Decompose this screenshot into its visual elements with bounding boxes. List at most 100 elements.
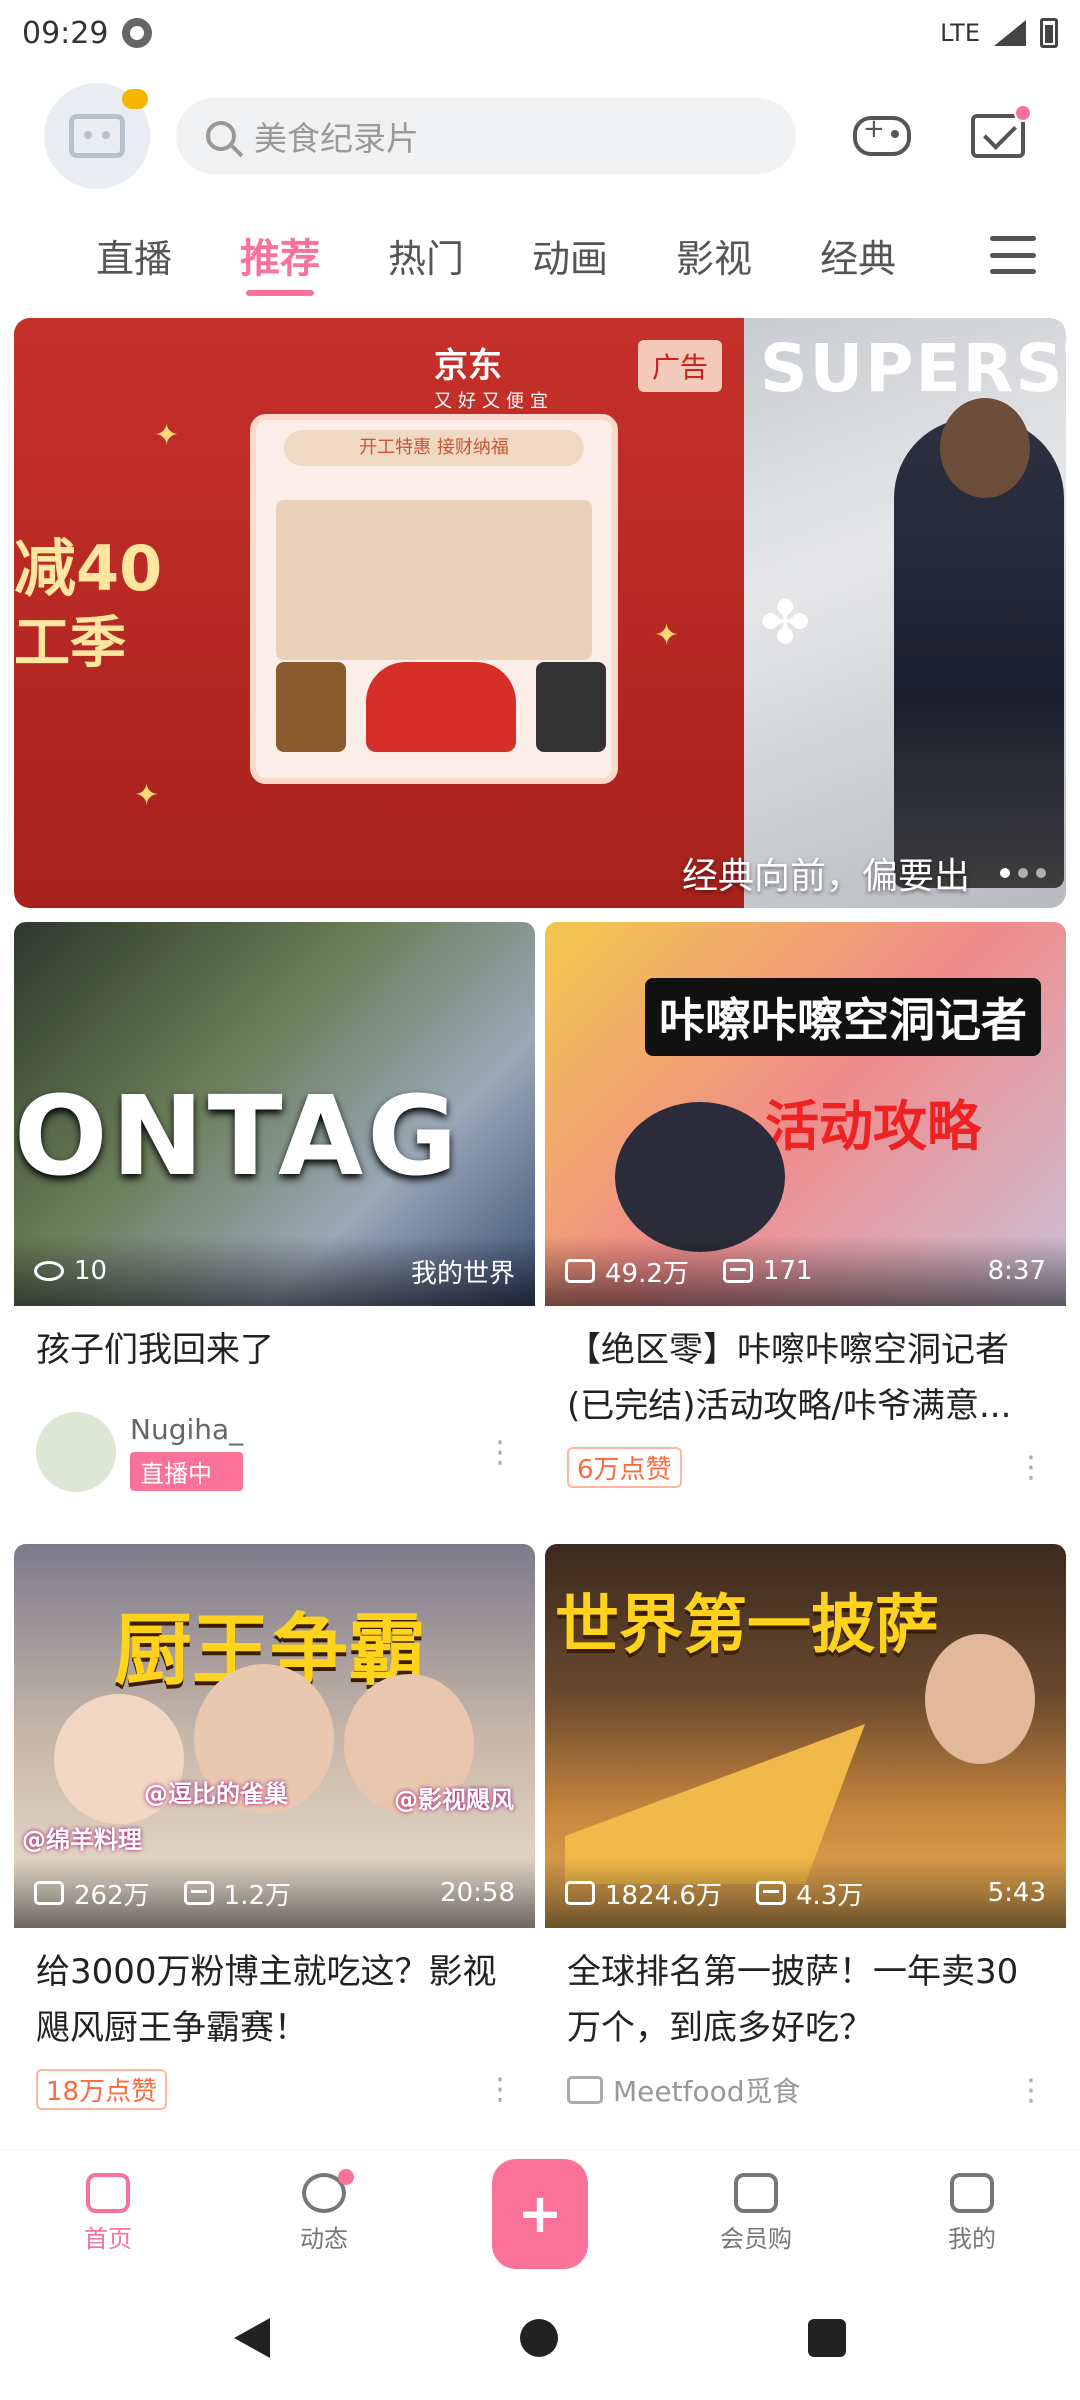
- video-duration: 20:58: [440, 1878, 515, 1908]
- more-options-icon[interactable]: ⋮: [1004, 2073, 1046, 2108]
- nav-home[interactable]: 首页: [0, 2151, 216, 2276]
- thumb-stats: 10 我的世界: [14, 1236, 535, 1306]
- thumb-stats: 262万 1.2万 20:58: [14, 1858, 535, 1928]
- thumb-art-title: 咔嚓咔嚓空洞记者: [645, 978, 1041, 1056]
- banner-caption-text: 经典向前，偏要出: [681, 856, 970, 897]
- tab-anime[interactable]: 动画: [532, 206, 608, 304]
- channel-tabs: 直播 推荐 热门 动画 影视 经典: [0, 206, 1080, 304]
- thumb-tag: @影视飓风: [394, 1786, 514, 1814]
- thumb-art-subtitle: 活动攻略: [765, 1095, 981, 1158]
- notification-dot: [338, 2169, 354, 2185]
- likes-badge: 6万点赞: [567, 1447, 682, 1488]
- bilibili-tv-icon: [69, 114, 125, 158]
- ad-phone-image: [536, 662, 606, 752]
- dynamic-icon: [302, 2169, 354, 2213]
- nav-dynamic-label: 动态: [300, 2225, 348, 2253]
- danmaku-count: 4.3万: [795, 1880, 864, 1911]
- recents-icon[interactable]: [808, 2319, 846, 2357]
- video-meta: 全球排名第一披萨！一年卖30万个，到底多好吃？ Meetfood觅食 ⋮: [545, 1928, 1066, 2128]
- jd-brand: 京东: [434, 346, 502, 386]
- video-meta: 【绝区零】咔嚓咔嚓空洞记者(已完结)活动攻略/咔爷满意... 6万点赞 ⋮: [545, 1306, 1066, 1506]
- tab-hot[interactable]: 热门: [388, 206, 464, 304]
- sparkle-icon: ✦: [654, 618, 680, 653]
- views-stat: 262万: [34, 1875, 150, 1912]
- thumb-face: [925, 1634, 1035, 1764]
- sparkle-icon: ✦: [134, 778, 160, 813]
- system-navigation: [0, 2276, 1080, 2400]
- video-card[interactable]: 厨王争霸 @逗比的雀巢 @影视飓风 @绵羊料理 262万 1.2万 20:58 …: [14, 1544, 535, 2128]
- uploader-icon: [567, 2076, 603, 2104]
- tab-classic[interactable]: 经典: [820, 206, 896, 304]
- photo-brand: SUPERSTAR: [760, 330, 1066, 407]
- search-bar[interactable]: 美食纪录片: [176, 98, 796, 174]
- thumb-tag: @逗比的雀巢: [144, 1780, 288, 1808]
- uploader-name: Nugiha_: [130, 1413, 244, 1446]
- notification-dot: [1014, 104, 1032, 122]
- danmaku-count: 1.2万: [223, 1880, 291, 1911]
- banner-carousel[interactable]: 减40 工季 京东 又好又便宜 广告 ✦ ✦ ✦ 开工特惠 接财纳福 SUPER…: [14, 318, 1066, 908]
- nav-me[interactable]: 我的: [864, 2151, 1080, 2276]
- uploader-name[interactable]: Meetfood觅食: [613, 2070, 800, 2110]
- video-thumbnail[interactable]: 世界第一披萨 1824.6万 4.3万 5:43: [545, 1544, 1066, 1928]
- likes-badge: 18万点赞: [36, 2069, 168, 2110]
- more-options-icon[interactable]: ⋮: [473, 2072, 515, 2107]
- thumb-tag: @绵羊料理: [22, 1826, 142, 1854]
- home-icon[interactable]: [520, 2319, 558, 2357]
- ad-mascot-image: [366, 662, 516, 752]
- nav-dynamic[interactable]: 动态: [216, 2151, 432, 2276]
- channel-menu-icon[interactable]: [986, 228, 1040, 282]
- game-center-button[interactable]: [842, 96, 922, 176]
- info-row: 6万点赞 ⋮: [567, 1447, 1046, 1488]
- banner-caption: 经典向前，偏要出: [14, 838, 1066, 908]
- shopping-bag-icon: [734, 2173, 778, 2213]
- vip-badge: [122, 89, 148, 109]
- sparkle-icon: ✦: [154, 418, 180, 453]
- post-plus-icon[interactable]: [492, 2158, 588, 2269]
- video-card[interactable]: 咔嚓咔嚓空洞记者 活动攻略 49.2万 171 8:37 【绝区零】咔嚓咔嚓空洞…: [545, 922, 1066, 1506]
- info-row: 18万点赞 ⋮: [36, 2069, 515, 2110]
- bottom-nav: 首页 动态 会员购 我的: [0, 2150, 1080, 2276]
- adidas-logo-icon: ✤: [760, 588, 811, 658]
- status-right: LTE: [940, 18, 1058, 48]
- tab-recommend[interactable]: 推荐: [240, 206, 320, 304]
- nav-shop[interactable]: 会员购: [648, 2151, 864, 2276]
- nav-me-label: 我的: [948, 2225, 996, 2253]
- thumb-stats: 1824.6万 4.3万 5:43: [545, 1858, 1066, 1928]
- uploader-avatar[interactable]: [36, 1412, 116, 1492]
- carousel-dots: [1000, 868, 1046, 878]
- profile-tv-icon: [950, 2173, 994, 2213]
- messages-button[interactable]: [958, 96, 1038, 176]
- play-count-icon: [565, 1259, 595, 1283]
- video-thumbnail[interactable]: 厨王争霸 @逗比的雀巢 @影视飓风 @绵羊料理 262万 1.2万 20:58: [14, 1544, 535, 1928]
- video-duration: 8:37: [987, 1256, 1046, 1286]
- tab-live[interactable]: 直播: [96, 206, 172, 304]
- banner-photo-slide[interactable]: SUPERSTAR ✤: [744, 318, 1066, 908]
- status-bar: 09:29 LTE: [0, 0, 1080, 66]
- video-thumbnail[interactable]: ONTAG 10 我的世界: [14, 922, 535, 1306]
- uploader-info: Nugiha_ 直播中: [130, 1413, 244, 1491]
- video-title: 孩子们我回来了: [36, 1330, 274, 1370]
- live-badge: 直播中: [130, 1452, 244, 1491]
- ad-label: 广告: [637, 340, 722, 392]
- nav-home-label: 首页: [84, 2225, 132, 2253]
- more-options-icon[interactable]: ⋮: [473, 1435, 515, 1470]
- battery-icon: [1040, 18, 1058, 48]
- network-type: LTE: [940, 19, 980, 47]
- ad-slide[interactable]: 减40 工季 京东 又好又便宜 广告 ✦ ✦ ✦ 开工特惠 接财纳福: [14, 318, 744, 908]
- user-avatar[interactable]: [44, 83, 150, 189]
- video-card[interactable]: 世界第一披萨 1824.6万 4.3万 5:43 全球排名第一披萨！一年卖30万…: [545, 1544, 1066, 2128]
- danmaku-count: 171: [762, 1256, 813, 1286]
- video-thumbnail[interactable]: 咔嚓咔嚓空洞记者 活动攻略 49.2万 171 8:37: [545, 922, 1066, 1306]
- gamepad-icon: [853, 114, 911, 156]
- sync-icon: [122, 18, 153, 48]
- play-count-icon: [565, 1881, 595, 1905]
- ad-product-card: 开工特惠 接财纳福: [250, 414, 618, 784]
- views-count: 49.2万: [605, 1258, 689, 1289]
- video-card[interactable]: ONTAG 10 我的世界 孩子们我回来了 Nugiha_ 直播中 ⋮: [14, 922, 535, 1506]
- tab-film[interactable]: 影视: [676, 206, 752, 304]
- thumb-art-title: 世界第一披萨: [555, 1589, 939, 1663]
- more-options-icon[interactable]: ⋮: [1004, 1450, 1046, 1485]
- nav-post[interactable]: [432, 2151, 648, 2276]
- back-icon[interactable]: [234, 2318, 270, 2358]
- viewers-stat: 10: [34, 1256, 107, 1286]
